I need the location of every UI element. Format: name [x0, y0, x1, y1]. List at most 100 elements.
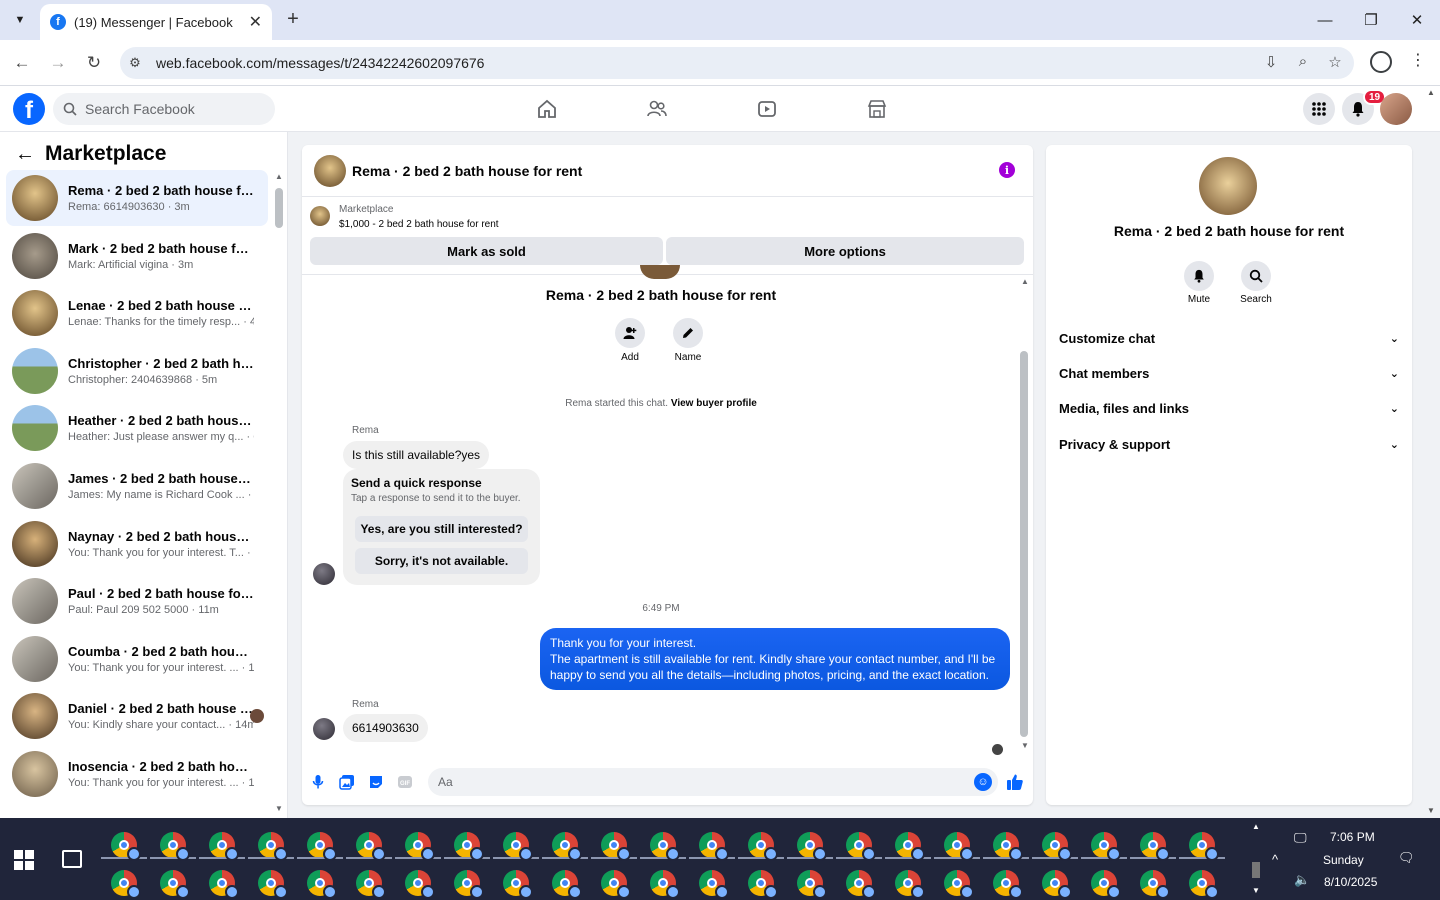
taskbar-scroll-down-icon[interactable]: ▼	[1250, 886, 1262, 895]
account-avatar[interactable]	[1380, 93, 1412, 125]
chrome-profile-taskbar-icon[interactable]	[1140, 870, 1170, 899]
chrome-profile-taskbar-icon[interactable]	[1189, 832, 1219, 861]
forward-icon[interactable]: →	[46, 51, 70, 75]
browser-menu-icon[interactable]: ⋮	[1410, 50, 1426, 70]
chrome-profile-taskbar-icon[interactable]	[846, 832, 876, 861]
home-nav-icon[interactable]	[534, 96, 560, 122]
chrome-profile-taskbar-icon[interactable]	[209, 870, 239, 899]
clock-day[interactable]: Sunday	[1323, 853, 1364, 867]
details-avatar[interactable]	[1199, 157, 1257, 215]
incoming-message[interactable]: 6614903630	[343, 714, 428, 742]
back-arrow-icon[interactable]: ←	[15, 143, 35, 166]
chrome-profile-taskbar-icon[interactable]	[993, 832, 1023, 861]
search-in-chat-icon[interactable]	[1241, 261, 1271, 291]
chrome-profile-taskbar-icon[interactable]	[1042, 870, 1072, 899]
page-scroll-up-icon[interactable]: ▲	[1427, 88, 1435, 97]
conversation-item[interactable]: Daniel · 2 bed 2 bath house f... You: Kin…	[6, 688, 268, 744]
chrome-profile-taskbar-icon[interactable]	[944, 832, 974, 861]
taskbar-scroll-thumb[interactable]	[1252, 862, 1260, 878]
chrome-profile-taskbar-icon[interactable]	[307, 832, 337, 861]
microphone-icon[interactable]	[309, 773, 327, 791]
chrome-profile-taskbar-icon[interactable]	[650, 832, 680, 861]
back-icon[interactable]: ←	[10, 51, 34, 75]
taskbar-scroll[interactable]: ▲ ▼	[1250, 822, 1262, 898]
add-person-icon[interactable]	[615, 318, 645, 348]
chrome-profile-taskbar-icon[interactable]	[356, 870, 386, 899]
conversation-item[interactable]: Naynay · 2 bed 2 bath house fo... You: Th…	[6, 516, 268, 572]
chrome-profile-taskbar-icon[interactable]	[895, 870, 925, 899]
conversation-item[interactable]: James · 2 bed 2 bath house for ... James:…	[6, 458, 268, 514]
chrome-profile-taskbar-icon[interactable]	[552, 832, 582, 861]
reload-icon[interactable]: ↻	[82, 51, 106, 75]
chrome-profile-taskbar-icon[interactable]	[601, 870, 631, 899]
volume-icon[interactable]: 🔈	[1294, 872, 1310, 888]
chrome-profile-taskbar-icon[interactable]	[111, 832, 141, 861]
mark-as-sold-button[interactable]: Mark as sold	[310, 237, 663, 265]
chrome-profile-taskbar-icon[interactable]	[650, 870, 680, 899]
scroll-up-icon[interactable]: ▲	[275, 172, 283, 181]
sticker-icon[interactable]	[367, 773, 385, 791]
menu-grid-icon[interactable]	[1303, 93, 1335, 125]
chrome-profile-taskbar-icon[interactable]	[993, 870, 1023, 899]
conversation-item[interactable]: Inosencia · 2 bed 2 bath house f... You: …	[6, 746, 268, 802]
task-view-icon[interactable]	[62, 850, 82, 868]
chat-scrollbar[interactable]	[1020, 351, 1028, 737]
listing-price-title[interactable]: $1,000 - 2 bed 2 bath house for rent	[339, 219, 499, 230]
chrome-profile-taskbar-icon[interactable]	[797, 832, 827, 861]
chrome-profile-taskbar-icon[interactable]	[601, 832, 631, 861]
chrome-profile-taskbar-icon[interactable]	[846, 870, 876, 899]
notification-center-icon[interactable]: 🗨	[1398, 850, 1415, 866]
zoom-icon[interactable]: ⌕	[1294, 53, 1312, 71]
conversation-item[interactable]: Paul · 2 bed 2 bath house for rent Paul: …	[6, 573, 268, 629]
facebook-search-input[interactable]: Search Facebook	[53, 93, 275, 125]
chrome-profile-taskbar-icon[interactable]	[748, 832, 778, 861]
chat-members-section[interactable]: Chat members ⌄	[1059, 358, 1399, 388]
chat-title[interactable]: Rema · 2 bed 2 bath house for rent	[352, 163, 582, 179]
bookmark-star-icon[interactable]: ☆	[1326, 53, 1344, 71]
chrome-profile-taskbar-icon[interactable]	[160, 870, 190, 899]
chrome-profile-taskbar-icon[interactable]	[699, 870, 729, 899]
info-icon[interactable]: i	[999, 162, 1015, 178]
chrome-profile-taskbar-icon[interactable]	[1189, 870, 1219, 899]
chrome-profile-taskbar-icon[interactable]	[503, 870, 533, 899]
sender-avatar[interactable]	[313, 563, 335, 585]
scroll-down-icon[interactable]: ▼	[275, 804, 283, 813]
conversation-item[interactable]: Christopher · 2 bed 2 bath hous... Christ…	[6, 343, 268, 399]
clock-time[interactable]: 7:06 PM	[1330, 830, 1375, 844]
video-nav-icon[interactable]	[754, 96, 780, 122]
chrome-profile-taskbar-icon[interactable]	[1091, 870, 1121, 899]
like-thumbs-up-icon[interactable]	[1006, 773, 1024, 791]
chrome-profile-taskbar-icon[interactable]	[1140, 832, 1170, 861]
close-window-icon[interactable]: ✕	[1394, 0, 1440, 40]
view-buyer-profile-link[interactable]: View buyer profile	[671, 398, 757, 409]
clock-date[interactable]: 8/10/2025	[1324, 875, 1377, 889]
chrome-profile-taskbar-icon[interactable]	[1091, 832, 1121, 861]
chrome-profile-taskbar-icon[interactable]	[209, 832, 239, 861]
edit-name-pencil-icon[interactable]	[673, 318, 703, 348]
chrome-profile-taskbar-icon[interactable]	[699, 832, 729, 861]
site-info-icon[interactable]: ⚙	[120, 55, 150, 71]
sidebar-scrollbar[interactable]	[275, 188, 283, 228]
sender-avatar[interactable]	[313, 718, 335, 740]
chrome-profile-taskbar-icon[interactable]	[454, 870, 484, 899]
browser-profile-icon[interactable]	[1370, 51, 1392, 73]
new-tab-icon[interactable]: +	[282, 8, 304, 30]
omnibox[interactable]: ⚙ web.facebook.com/messages/t/2434224260…	[120, 47, 1354, 79]
install-app-icon[interactable]: ⇩	[1262, 53, 1280, 71]
media-files-links-section[interactable]: Media, files and links ⌄	[1059, 393, 1399, 423]
network-icon[interactable]: 🖵	[1294, 830, 1307, 846]
chrome-profile-taskbar-icon[interactable]	[1042, 832, 1072, 861]
chrome-profile-taskbar-icon[interactable]	[356, 832, 386, 861]
chrome-profile-taskbar-icon[interactable]	[405, 832, 435, 861]
maximize-icon[interactable]: ❐	[1348, 0, 1394, 40]
chrome-profile-taskbar-icon[interactable]	[258, 832, 288, 861]
incoming-message[interactable]: Is this still available?yes	[343, 441, 490, 469]
more-options-button[interactable]: More options	[666, 237, 1024, 265]
chrome-profile-taskbar-icon[interactable]	[748, 870, 778, 899]
chrome-profile-taskbar-icon[interactable]	[944, 870, 974, 899]
chrome-profile-taskbar-icon[interactable]	[160, 832, 190, 861]
tab-search-dropdown-icon[interactable]: ▼	[8, 8, 32, 32]
mute-bell-icon[interactable]	[1184, 261, 1214, 291]
message-input[interactable]: Aa ☺	[428, 768, 998, 796]
chrome-profile-taskbar-icon[interactable]	[111, 870, 141, 899]
